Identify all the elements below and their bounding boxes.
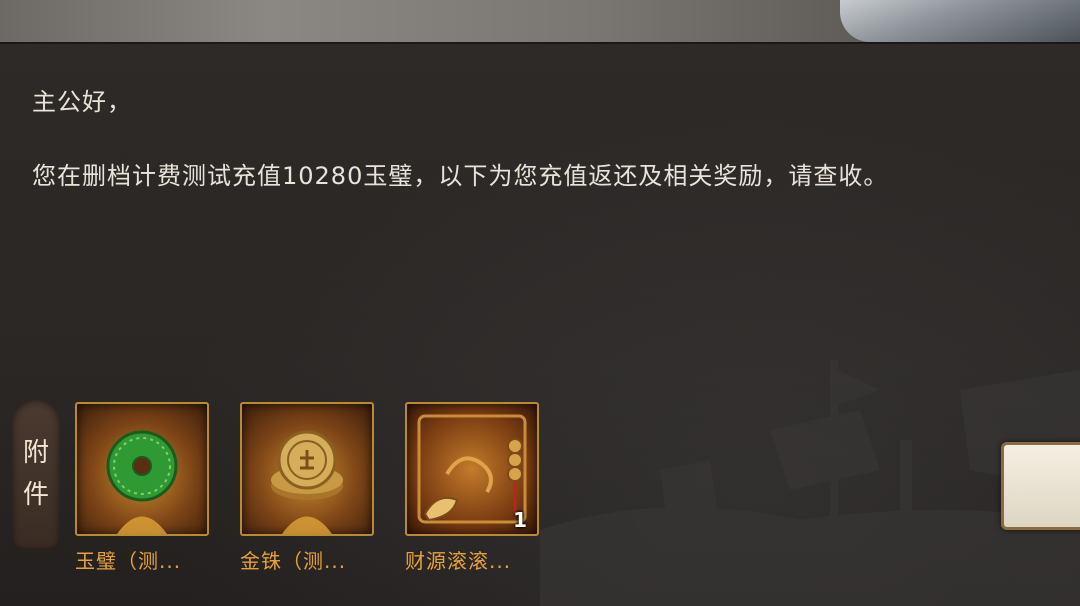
attachment-tag: 附 件 [12,400,60,550]
header-artwork [0,0,1080,44]
attachment-item-gold[interactable]: 金铢（测... [240,402,374,574]
item-count: 1 [513,508,527,532]
jade-disc-icon [106,430,178,534]
item-name: 财源滚滚... [405,549,512,573]
character-artwork [840,0,1080,42]
mail-greeting: 主公好， [32,88,132,116]
attachment-item-jade[interactable]: 玉璧（测... [75,402,209,574]
attachment-label-char-2: 件 [22,480,49,510]
attachment-label-char-1: 附 [22,438,49,468]
mail-body: 您在删档计费测试充值10280玉璧，以下为您充值返还及相关奖励，请查收。 [32,162,889,190]
battle-silhouette-background [540,360,1080,606]
gold-coin-icon [271,430,343,534]
item-name: 玉璧（测... [75,549,182,573]
claim-button[interactable] [1001,442,1080,530]
item-frame[interactable]: 1 [405,402,539,536]
attachment-item-wealth[interactable]: 1 财源滚滚... [405,402,539,574]
item-frame[interactable] [75,402,209,536]
mail-screen: 主公好， 您在删档计费测试充值10280玉璧，以下为您充值返还及相关奖励，请查收… [0,0,1080,606]
item-name: 金铢（测... [240,549,347,573]
item-frame[interactable] [240,402,374,536]
